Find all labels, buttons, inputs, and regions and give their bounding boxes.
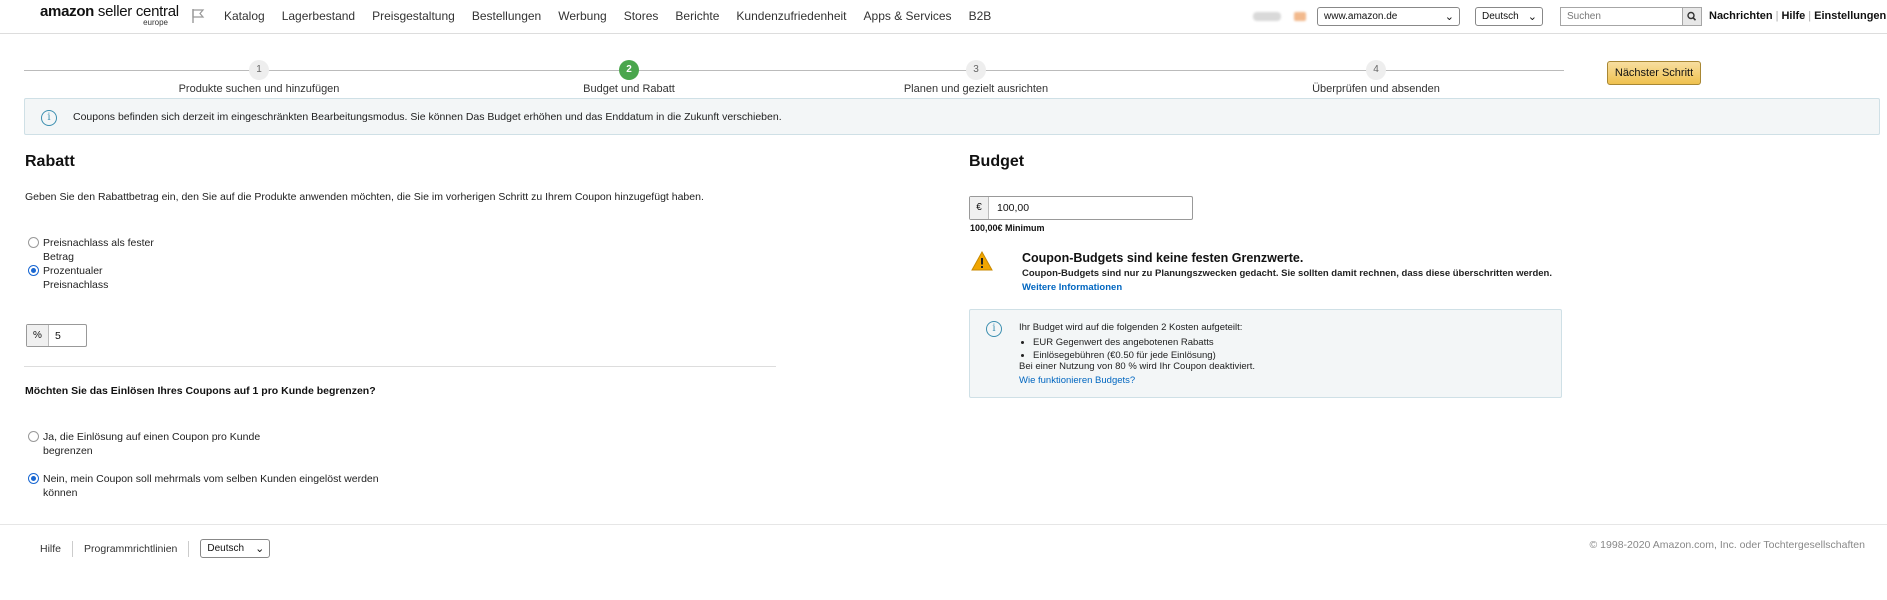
link-hilfe[interactable]: Hilfe bbox=[1781, 10, 1805, 22]
warning-text: Coupon-Budgets sind nur zu Planungszweck… bbox=[1022, 268, 1552, 279]
marketplace-select[interactable]: www.amazon.de ⌄ bbox=[1317, 7, 1460, 26]
cost-list: EUR Gegenwert des angebotenen Rabatts Ei… bbox=[1019, 336, 1216, 362]
budget-input[interactable]: € 100,00 bbox=[969, 196, 1193, 220]
label-line: Nein, mein Coupon soll mehrmals vom selb… bbox=[43, 473, 379, 485]
link-einstellungen[interactable]: Einstellungen bbox=[1814, 10, 1886, 22]
label-line: können bbox=[43, 487, 78, 499]
step-1[interactable]: 1 Produkte suchen und hinzufügen bbox=[139, 60, 379, 95]
radio-limit-no-label[interactable]: Nein, mein Coupon soll mehrmals vom selb… bbox=[43, 472, 379, 500]
radio-limit-no[interactable] bbox=[28, 473, 39, 484]
footer-divider bbox=[0, 524, 1887, 525]
budget-title: Budget bbox=[969, 153, 1025, 170]
chevron-down-icon: ⌄ bbox=[255, 543, 265, 555]
radio-limit-yes-label[interactable]: Ja, die Einlösung auf einen Coupon pro K… bbox=[43, 430, 260, 458]
search-button[interactable] bbox=[1682, 7, 1702, 26]
step-3[interactable]: 3 Planen und gezielt ausrichten bbox=[856, 60, 1096, 95]
label-line: Preisnachlass bbox=[43, 279, 109, 291]
blurred-account-name bbox=[1253, 12, 1281, 21]
menu-b2b[interactable]: B2B bbox=[969, 9, 992, 23]
top-navigation: amazon seller central europe Katalog Lag… bbox=[0, 0, 1887, 34]
budget-value: 100,00 bbox=[997, 202, 1030, 214]
search-input[interactable]: Suchen bbox=[1560, 7, 1683, 26]
marketplace-value: www.amazon.de bbox=[1324, 11, 1398, 22]
link-nachrichten[interactable]: Nachrichten bbox=[1709, 10, 1773, 22]
step-label: Budget und Rabatt bbox=[583, 83, 675, 95]
separator bbox=[188, 540, 190, 557]
label-line: Prozentualer bbox=[43, 265, 103, 277]
budget-info-box: i Ihr Budget wird auf die folgenden 2 Ko… bbox=[969, 309, 1562, 398]
label-line: Preisnachlass als fester bbox=[43, 237, 154, 249]
info-intro: Ihr Budget wird auf die folgenden 2 Kost… bbox=[1019, 322, 1243, 333]
info-icon: i bbox=[41, 110, 57, 126]
warning-icon bbox=[971, 251, 993, 271]
menu-werbung[interactable]: Werbung bbox=[558, 9, 606, 23]
percent-unit: % bbox=[27, 325, 49, 346]
radio-percentage-label[interactable]: Prozentualer Preisnachlass bbox=[43, 264, 108, 292]
language-value: Deutsch bbox=[1482, 11, 1519, 22]
menu-apps-services[interactable]: Apps & Services bbox=[864, 9, 952, 23]
step-label: Planen und gezielt ausrichten bbox=[903, 83, 1049, 95]
step-label: Überprüfen und absenden bbox=[1312, 83, 1440, 95]
more-info-link[interactable]: Weitere Informationen bbox=[1022, 282, 1122, 293]
label-line: begrenzen bbox=[43, 445, 93, 457]
step-2[interactable]: 2 Budget und Rabatt bbox=[509, 60, 749, 95]
separator bbox=[72, 540, 74, 557]
language-select[interactable]: Deutsch ⌄ bbox=[1475, 7, 1543, 26]
step-4[interactable]: 4 Überprüfen und absenden bbox=[1256, 60, 1496, 95]
logo-region: europe bbox=[143, 18, 168, 27]
separator: | bbox=[1808, 10, 1812, 22]
limit-question: Möchten Sie das Einlösen Ihres Coupons a… bbox=[25, 385, 376, 397]
footer-links: Hilfe Programmrichtlinien Deutsch ⌄ bbox=[40, 539, 271, 558]
discount-percentage-input[interactable]: % 5 bbox=[26, 324, 87, 347]
rabatt-title: Rabatt bbox=[25, 153, 75, 170]
warning-title: Coupon-Budgets sind keine festen Grenzwe… bbox=[1022, 251, 1304, 265]
main-menu: Katalog Lagerbestand Preisgestaltung Bes… bbox=[224, 9, 1008, 23]
budget-minimum: 100,00€ Minimum bbox=[970, 223, 1045, 233]
currency-unit: € bbox=[970, 197, 989, 219]
header-links: Nachrichten | Hilfe | Einstellungen bbox=[1709, 10, 1886, 22]
footer-language-value: Deutsch bbox=[207, 543, 245, 554]
step-number-active: 2 bbox=[619, 60, 639, 80]
step-number: 4 bbox=[1366, 60, 1386, 80]
radio-fixed-amount-label[interactable]: Preisnachlass als fester Betrag bbox=[43, 236, 154, 264]
blurred-account-flag bbox=[1294, 12, 1306, 21]
menu-stores[interactable]: Stores bbox=[624, 9, 659, 23]
search-placeholder: Suchen bbox=[1567, 11, 1601, 22]
label-line: Ja, die Einlösung auf einen Coupon pro K… bbox=[43, 431, 261, 443]
radio-limit-yes[interactable] bbox=[28, 431, 39, 442]
footer-policies-link[interactable]: Programmrichtlinien bbox=[84, 543, 177, 555]
discount-value: 5 bbox=[55, 330, 61, 342]
info-note: Bei einer Nutzung von 80 % wird Ihr Coup… bbox=[1019, 361, 1256, 372]
seller-central-logo[interactable]: amazon seller central europe bbox=[40, 3, 179, 29]
rabatt-description: Geben Sie den Rabattbetrag ein, den Sie … bbox=[25, 191, 704, 203]
budget-how-link[interactable]: Wie funktionieren Budgets? bbox=[1019, 375, 1135, 386]
menu-bestellungen[interactable]: Bestellungen bbox=[472, 9, 541, 23]
menu-katalog[interactable]: Katalog bbox=[224, 9, 265, 23]
step-label: Produkte suchen und hinzufügen bbox=[178, 83, 340, 95]
chevron-down-icon: ⌄ bbox=[1444, 11, 1454, 23]
separator: | bbox=[1775, 10, 1779, 22]
search-icon bbox=[1687, 11, 1697, 21]
next-step-button[interactable]: Nächster Schritt bbox=[1607, 61, 1701, 85]
flag-icon[interactable] bbox=[190, 8, 206, 24]
info-icon: i bbox=[986, 321, 1002, 337]
label-line: Betrag bbox=[43, 251, 74, 263]
step-number: 3 bbox=[966, 60, 986, 80]
edit-mode-banner: i Coupons befinden sich derzeit im einge… bbox=[24, 98, 1880, 135]
menu-lagerbestand[interactable]: Lagerbestand bbox=[282, 9, 355, 23]
chevron-down-icon: ⌄ bbox=[1527, 11, 1537, 23]
radio-fixed-amount[interactable] bbox=[28, 237, 39, 248]
footer-language-select[interactable]: Deutsch ⌄ bbox=[200, 539, 271, 558]
menu-preisgestaltung[interactable]: Preisgestaltung bbox=[372, 9, 455, 23]
footer-help-link[interactable]: Hilfe bbox=[40, 543, 61, 555]
menu-berichte[interactable]: Berichte bbox=[675, 9, 719, 23]
step-number: 1 bbox=[249, 60, 269, 80]
logo-main: amazon bbox=[40, 3, 95, 20]
divider bbox=[24, 366, 776, 367]
radio-percentage[interactable] bbox=[28, 265, 39, 276]
list-item: EUR Gegenwert des angebotenen Rabatts bbox=[1033, 336, 1216, 349]
banner-text: Coupons befinden sich derzeit im eingesc… bbox=[73, 111, 782, 123]
copyright: © 1998-2020 Amazon.com, Inc. oder Tochte… bbox=[1589, 539, 1865, 551]
menu-kundenzufriedenheit[interactable]: Kundenzufriedenheit bbox=[736, 9, 846, 23]
